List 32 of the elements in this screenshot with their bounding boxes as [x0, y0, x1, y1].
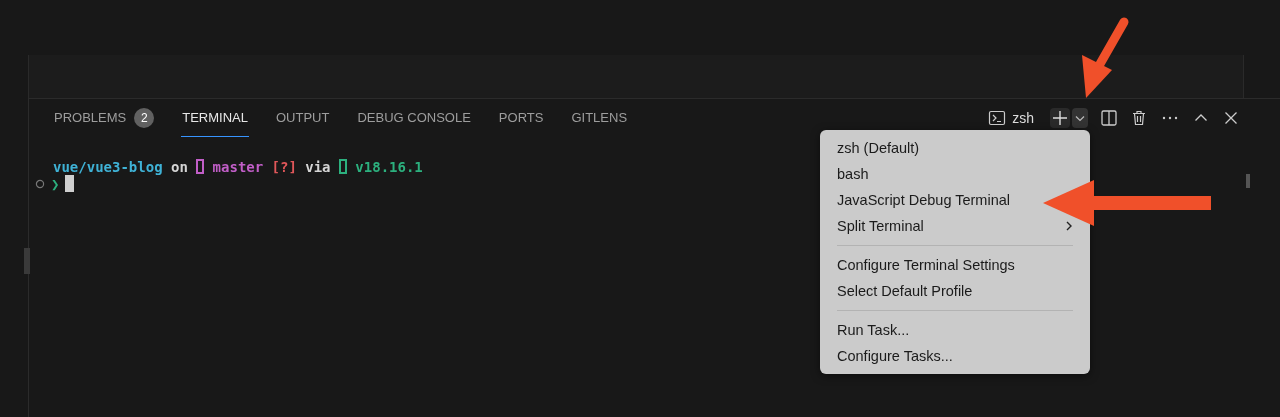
menu-item[interactable]: Split Terminal [837, 218, 924, 234]
menu-item[interactable]: Run Task... [837, 322, 910, 338]
terminal-icon [988, 109, 1007, 127]
panel-tab[interactable]: PROBLEMS 2 [53, 99, 156, 137]
scrollbar-thumb[interactable] [1246, 174, 1250, 188]
panel-tab[interactable]: DEBUG CONSOLE [356, 99, 472, 137]
count-badge: 2 [134, 107, 155, 128]
menu-item[interactable]: Configure Terminal Settings [837, 257, 1015, 273]
terminal-profile-button[interactable]: zsh [988, 109, 1034, 127]
menu-item[interactable]: Select Default Profile [837, 283, 973, 299]
scrollbar-thumb[interactable] [24, 248, 30, 274]
prompt-text: v18.16.1 [355, 158, 423, 175]
cursor [65, 175, 75, 192]
menu-item[interactable]: Configure Tasks... [837, 348, 953, 364]
panel-tab[interactable]: TERMINAL [181, 99, 249, 137]
prompt-text: vue/vue3-blog [53, 158, 163, 175]
prompt-text: [?] [271, 158, 297, 175]
panel-tab[interactable]: GITLENS [570, 99, 629, 137]
status-circle-icon [35, 178, 45, 189]
prompt-text: master [212, 158, 264, 175]
prompt-symbol: ❯ [51, 175, 60, 192]
prompt-text: via [305, 158, 331, 175]
split-icon[interactable] [1100, 109, 1118, 127]
panel-tab[interactable]: PORTS [497, 99, 545, 137]
trash-icon[interactable] [1130, 109, 1148, 127]
chevron-down-icon[interactable] [1072, 108, 1088, 128]
menu-item[interactable]: zsh (Default) [837, 140, 920, 156]
menu-item[interactable]: JavaScript Debug Terminal [837, 192, 1010, 208]
menu-item[interactable]: bash [837, 166, 869, 182]
panel-tab[interactable]: OUTPUT [275, 99, 331, 137]
plus-icon[interactable] [1050, 108, 1070, 128]
prompt-text: on [170, 158, 188, 175]
